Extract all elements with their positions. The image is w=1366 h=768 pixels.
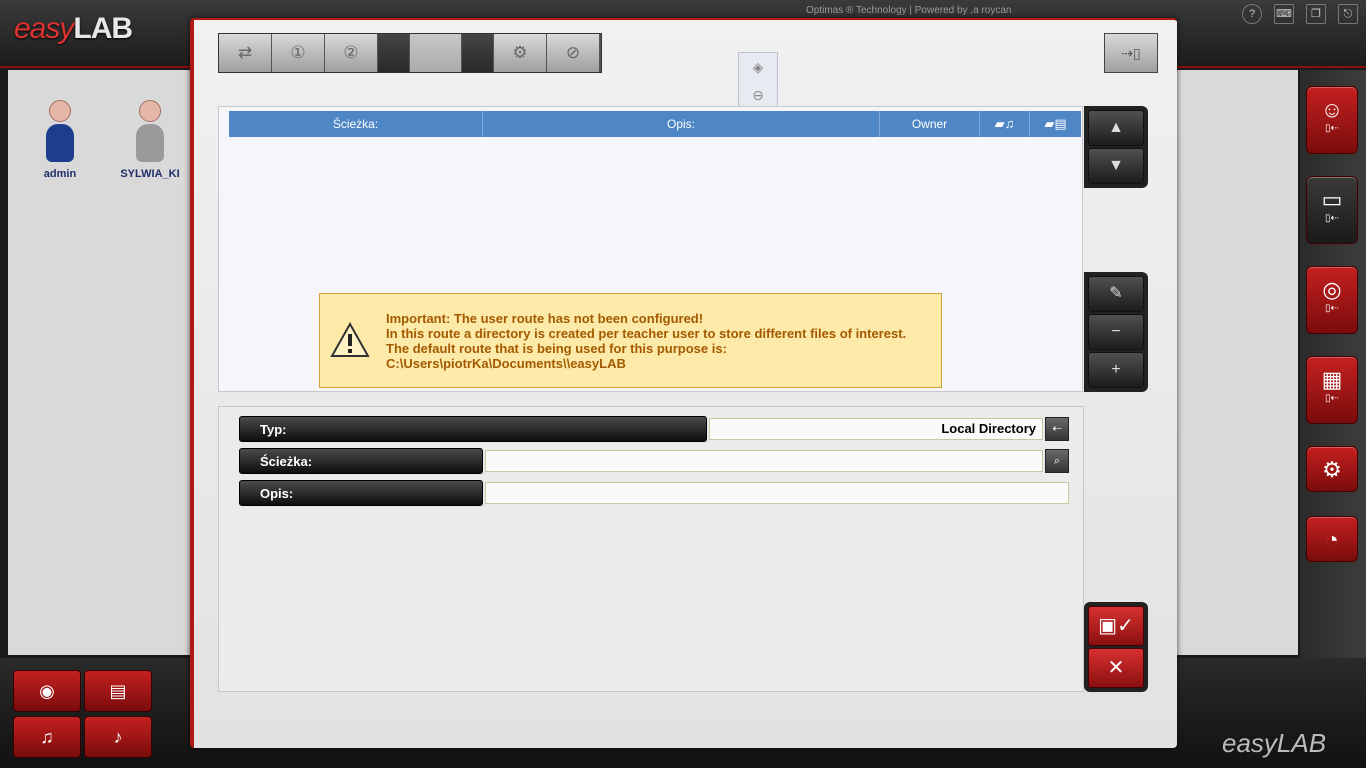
restore-window-icon[interactable]: ❐ bbox=[1306, 4, 1326, 24]
column-header-path[interactable]: Ścieżka: bbox=[229, 111, 483, 137]
toolbar-separator bbox=[462, 34, 494, 72]
sciezka-input[interactable] bbox=[485, 450, 1043, 472]
rail-users-button[interactable]: ☺ ▯⇠ bbox=[1306, 86, 1358, 154]
close-window-icon[interactable]: ⎋ bbox=[1338, 4, 1358, 24]
warning-triangle-icon bbox=[330, 322, 370, 357]
rail-keyboard-button[interactable]: ▦ ▯⇠ bbox=[1306, 356, 1358, 424]
user-tile-label: SYLWIA_KI bbox=[120, 168, 180, 180]
add-button[interactable]: + bbox=[1088, 352, 1144, 388]
typ-select[interactable]: Local Directory bbox=[709, 418, 1043, 440]
warning-text: Important: The user route has not been c… bbox=[386, 311, 906, 371]
video-folder-icon: ▤ bbox=[109, 681, 127, 701]
minus-circle-icon[interactable]: ⊖ bbox=[739, 81, 777, 109]
grid-header: Ścieżka: Opis: Owner ▰♫ ▰▤ bbox=[229, 111, 1081, 137]
step-2-icon[interactable]: ② bbox=[325, 34, 378, 72]
opis-input[interactable] bbox=[485, 482, 1069, 504]
help-icon[interactable]: ? bbox=[1242, 4, 1262, 24]
rail-settings-button[interactable]: ⚙ bbox=[1306, 446, 1358, 492]
column-header-owner[interactable]: Owner bbox=[880, 111, 980, 137]
arrow-up-icon: ▲ bbox=[1108, 119, 1124, 136]
move-up-button[interactable]: ▲ bbox=[1088, 110, 1144, 146]
tray-video-folder-button[interactable]: ▤ bbox=[84, 670, 152, 712]
grid-navigation: ▲ ▼ bbox=[1084, 106, 1148, 188]
opis-row: Opis: bbox=[239, 480, 1069, 506]
keyboard-icon: ▦ bbox=[1321, 367, 1343, 392]
cancel-button[interactable]: ✕ bbox=[1088, 648, 1144, 688]
route-form: Typ: Local Directory ⇠ Ścieżka: ⌕ Opis: bbox=[218, 406, 1084, 692]
tray-audio-folder-button[interactable]: ♪ bbox=[84, 716, 152, 758]
gear-icon[interactable]: ⚙ bbox=[494, 34, 547, 72]
rail-media-button[interactable]: ◎ ▯⇠ bbox=[1306, 266, 1358, 334]
credits-text: Optimas ® Technology | Powered by ,a roy… bbox=[806, 5, 1012, 16]
bottom-logo: easyLAB bbox=[1222, 728, 1327, 758]
typ-label: Typ: bbox=[239, 416, 707, 442]
edit-button[interactable]: ✎ bbox=[1088, 276, 1144, 312]
warning-message: Important: The user route has not been c… bbox=[319, 293, 942, 388]
tray-audio-button[interactable]: ♫ bbox=[13, 716, 81, 758]
warning-line: The default route that is being used for… bbox=[386, 341, 727, 356]
sciezka-row: Ścieżka: ⌕ bbox=[239, 448, 1069, 474]
users-swap-icon[interactable]: ⇄ bbox=[219, 34, 272, 72]
grid-edit-actions: ✎ − + bbox=[1084, 272, 1148, 392]
arrow-down-icon: ▼ bbox=[1108, 157, 1124, 174]
move-down-button[interactable]: ▼ bbox=[1088, 148, 1144, 184]
step-1-icon[interactable]: ① bbox=[272, 34, 325, 72]
warning-line: In this route a directory is created per… bbox=[386, 326, 907, 341]
video-folder-icon[interactable]: ▰▤ bbox=[1030, 111, 1081, 137]
close-icon: ✕ bbox=[1107, 657, 1125, 679]
rail-gauge-button[interactable]: ◔ bbox=[1306, 516, 1358, 562]
form-actions: ▣✓ ✕ bbox=[1084, 602, 1148, 692]
user-tile-admin[interactable]: admin bbox=[15, 100, 105, 180]
keyboard-icon[interactable]: ⌨ bbox=[1274, 4, 1294, 24]
tray-video-button[interactable]: ◉ bbox=[13, 670, 81, 712]
user-avatar-icon bbox=[135, 100, 165, 162]
dialog-toolbar: ⇄ ① ② ⚙ ⊘ bbox=[218, 33, 602, 73]
exit-button[interactable]: ⇢▯ bbox=[1104, 33, 1158, 73]
dropdown-icon[interactable]: ⇠ bbox=[1045, 417, 1069, 441]
users-group-icon: ☺ bbox=[1320, 97, 1344, 122]
save-button[interactable]: ▣✓ bbox=[1088, 606, 1144, 646]
remove-button[interactable]: − bbox=[1088, 314, 1144, 350]
video-disc-icon: ◉ bbox=[39, 681, 55, 701]
minus-icon: − bbox=[1111, 323, 1121, 340]
rail-monitor-button[interactable]: ▭ ▯⇠ bbox=[1306, 176, 1358, 244]
user-tile-sylwia[interactable]: SYLWIA_KI bbox=[105, 100, 195, 180]
toolbar-separator bbox=[378, 34, 410, 72]
admin-avatar-icon bbox=[45, 100, 75, 162]
audio-folder-icon: ♪ bbox=[113, 727, 123, 747]
user-tile-label: admin bbox=[43, 168, 77, 180]
warning-path: C:\Users\piotrKa\Documents\\easyLAB bbox=[386, 356, 626, 371]
monitor-icon: ▭ bbox=[1321, 187, 1343, 212]
typ-row: Typ: Local Directory ⇠ bbox=[239, 416, 1069, 442]
toolbar-blank-button[interactable] bbox=[410, 34, 462, 72]
audio-folder-icon[interactable]: ▰♫ bbox=[980, 111, 1030, 137]
sciezka-label: Ścieżka: bbox=[239, 448, 483, 474]
column-header-description[interactable]: Opis: bbox=[483, 111, 880, 137]
gear-icon: ⚙ bbox=[1322, 457, 1342, 482]
exit-door-icon: ⇢▯ bbox=[1121, 45, 1141, 61]
plus-icon: + bbox=[1111, 361, 1121, 378]
gear-off-icon[interactable]: ⊘ bbox=[547, 34, 600, 72]
right-rail: ☺ ▯⇠ ▭ ▯⇠ ◎ ▯⇠ ▦ ▯⇠ ⚙ ◔ bbox=[1300, 70, 1366, 660]
warning-line: Important: The user route has not been c… bbox=[386, 311, 704, 326]
app-logo: easyLAB bbox=[14, 12, 133, 45]
opis-label: Opis: bbox=[239, 480, 483, 506]
media-icon: ◎ bbox=[1322, 277, 1342, 302]
pencil-icon: ✎ bbox=[1109, 285, 1123, 302]
browse-folder-icon[interactable]: ⌕ bbox=[1045, 449, 1069, 473]
color-palette-icon[interactable]: ◈ bbox=[739, 53, 777, 81]
save-disk-icon: ▣✓ bbox=[1098, 615, 1134, 637]
routes-grid: Ścieżka: Opis: Owner ▰♫ ▰▤ Important: Th… bbox=[218, 106, 1083, 392]
gauge-icon: ◔ bbox=[1325, 527, 1339, 552]
audio-disc-icon: ♫ bbox=[40, 727, 54, 747]
route-config-dialog: ⇄ ① ② ⚙ ⊘ ⇢▯ ◈ ⊖ Ścieżka: Opis: Owner ▰♫… bbox=[190, 18, 1177, 748]
